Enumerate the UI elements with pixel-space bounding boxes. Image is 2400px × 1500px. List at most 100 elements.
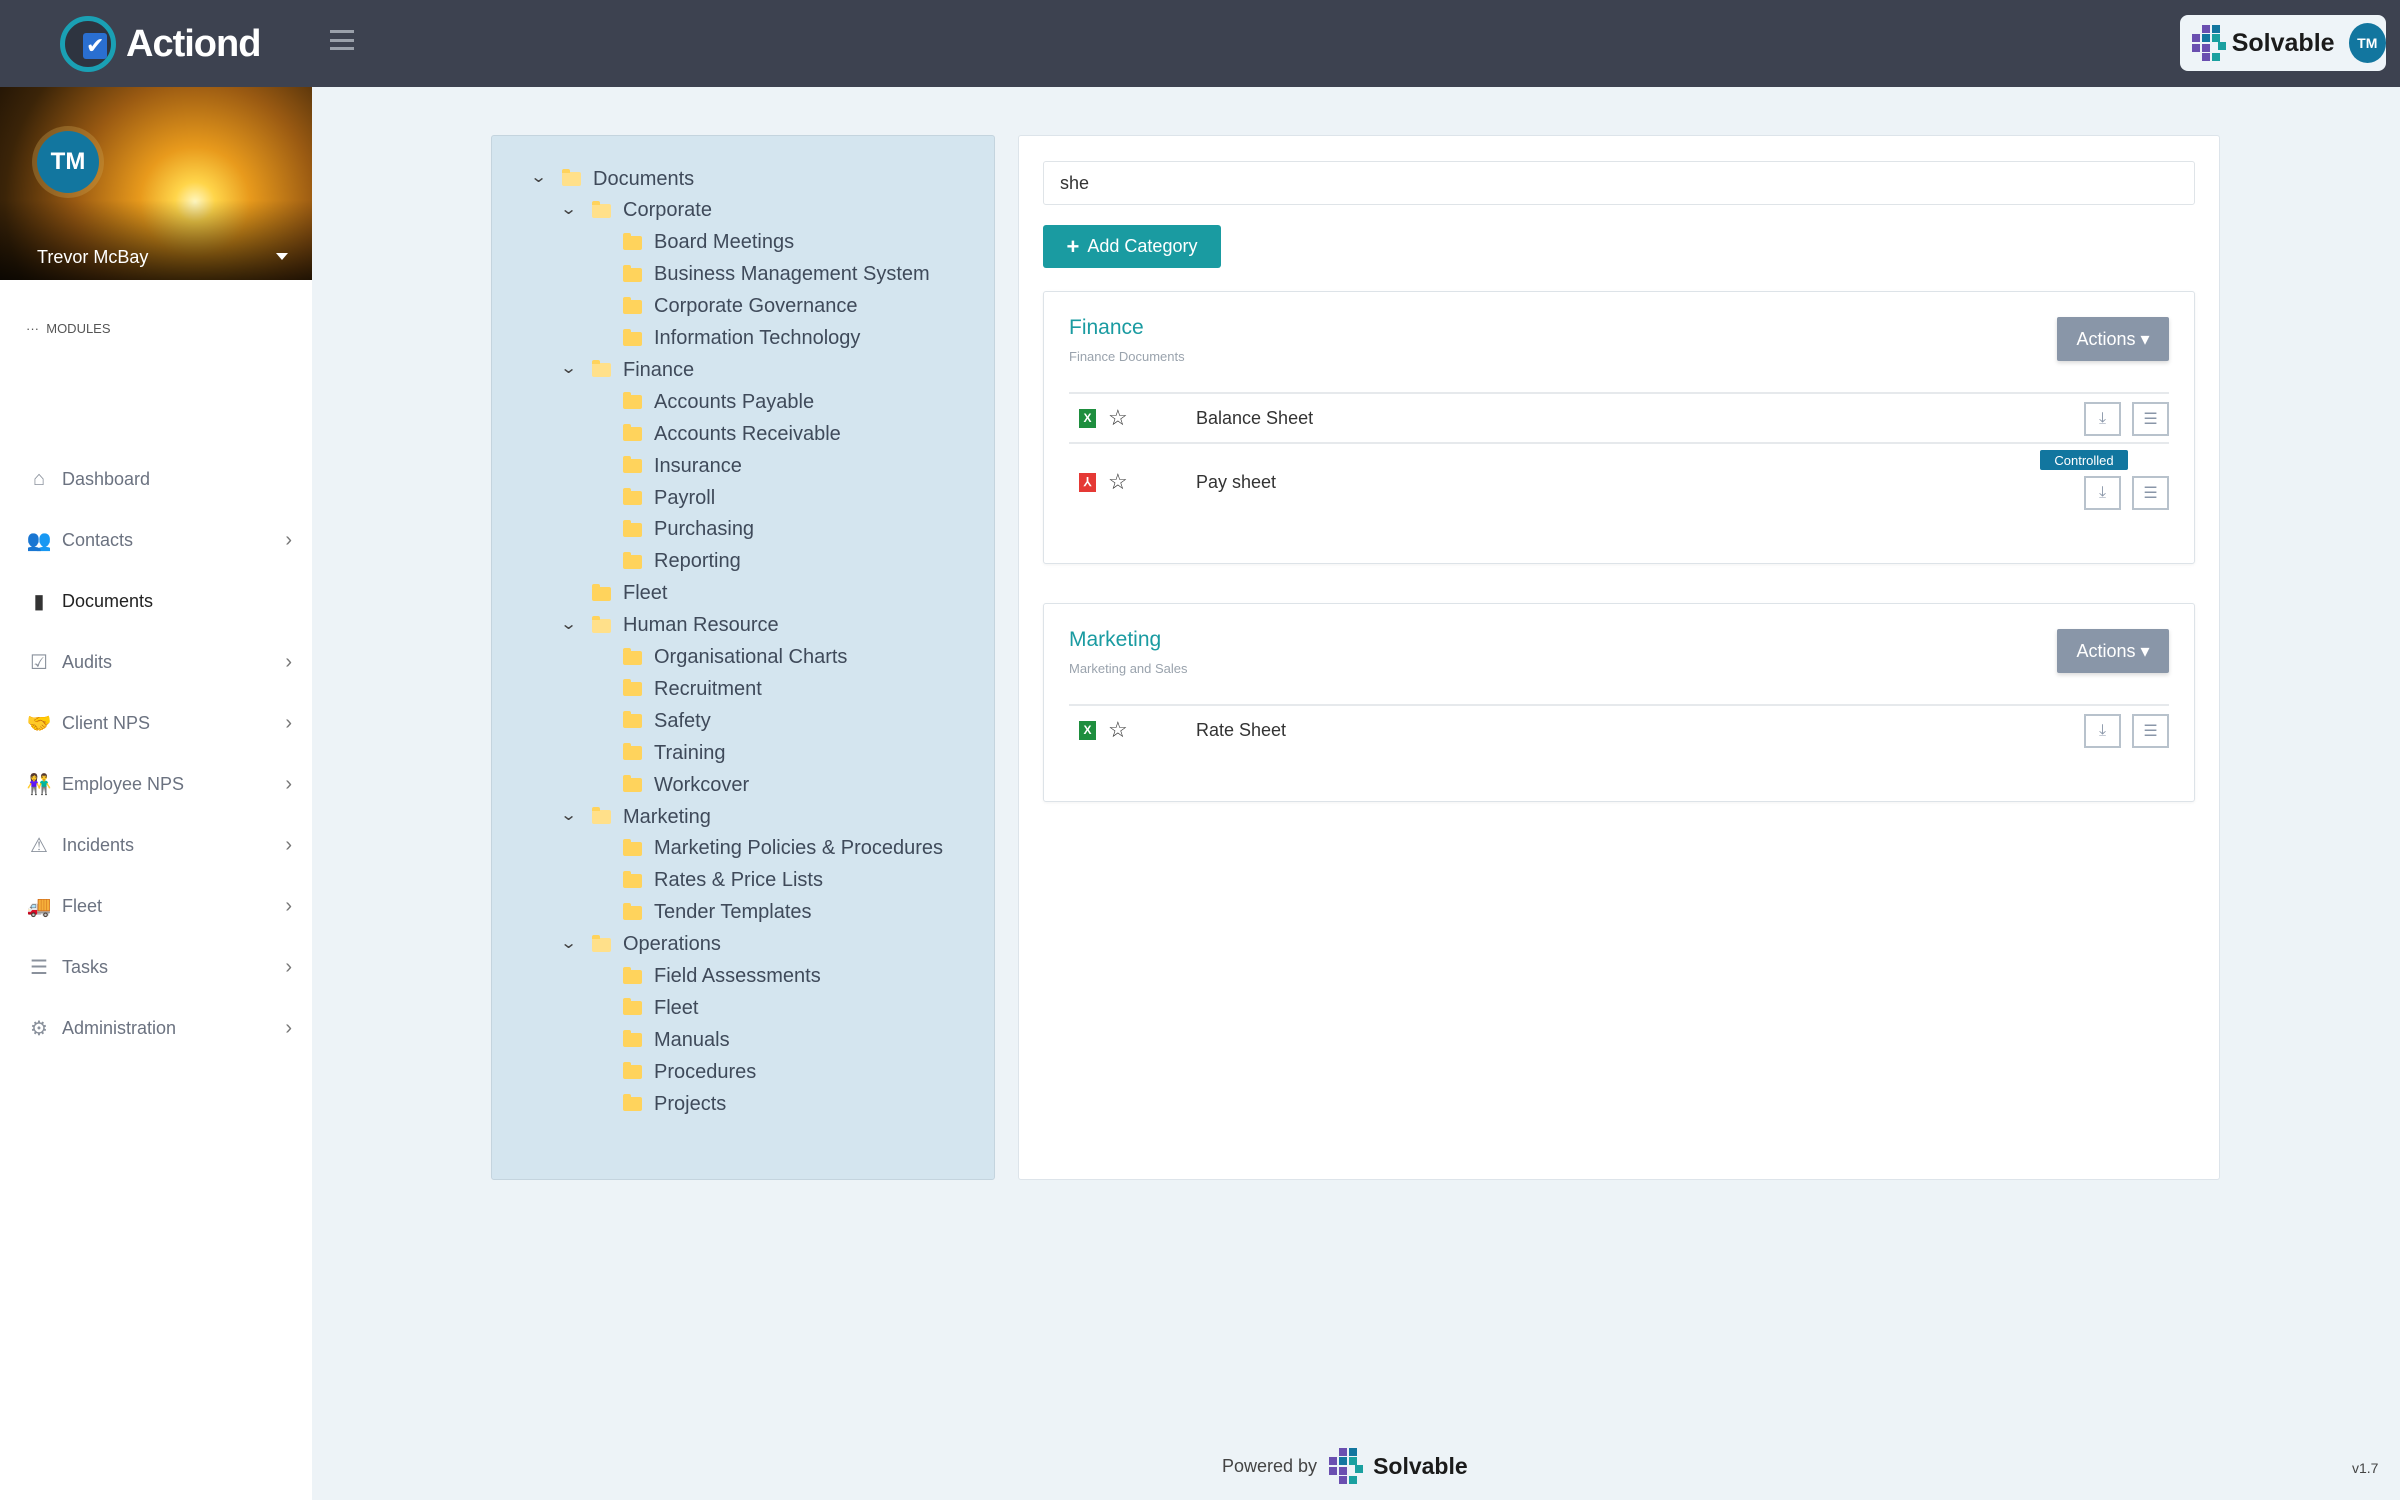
download-icon: ⤓ bbox=[2098, 722, 2107, 739]
document-name[interactable]: Balance Sheet bbox=[1196, 408, 1313, 429]
chevron-down-icon[interactable]: ⌄ bbox=[560, 358, 578, 377]
folder-icon bbox=[623, 328, 642, 346]
app-logo[interactable]: Actiond bbox=[60, 16, 261, 72]
sidebar-item-contacts[interactable]: 👥 Contacts › bbox=[24, 520, 300, 560]
tree-node[interactable]: ⌄ Corporate bbox=[560, 196, 712, 226]
document-name[interactable]: Pay sheet bbox=[1196, 472, 1276, 493]
folder-icon bbox=[623, 392, 642, 410]
actions-dropdown-button[interactable]: Actions ▾ bbox=[2057, 317, 2169, 361]
sidebar-item-label: Fleet bbox=[62, 895, 103, 916]
sidebar-item-client-nps[interactable]: 🤝 Client NPS › bbox=[24, 703, 300, 743]
folder-icon bbox=[623, 296, 642, 314]
tree-node[interactable]: Board Meetings bbox=[623, 228, 794, 258]
tree-node-label: Insurance bbox=[654, 454, 742, 477]
sidebar-item-tasks[interactable]: ☰ Tasks › bbox=[24, 947, 300, 987]
caret-down-icon[interactable] bbox=[276, 253, 288, 260]
tree-node[interactable]: Purchasing bbox=[623, 515, 754, 545]
tree-node[interactable]: ⌄ Human Resource bbox=[560, 611, 779, 641]
category-title[interactable]: Finance bbox=[1069, 316, 1144, 340]
folder-icon bbox=[623, 870, 642, 888]
add-category-button[interactable]: + Add Category bbox=[1043, 225, 1221, 268]
sidebar-item-label: Incidents bbox=[62, 834, 135, 855]
tree-node[interactable]: Marketing Policies & Procedures bbox=[623, 834, 943, 864]
tree-node[interactable]: Business Management System bbox=[623, 260, 930, 290]
solvable-logo-icon bbox=[1327, 1448, 1364, 1484]
tree-node[interactable]: Field Assessments bbox=[623, 962, 821, 992]
chevron-right-icon: › bbox=[285, 528, 292, 551]
tree-node[interactable]: Training bbox=[623, 738, 726, 768]
chevron-down-icon[interactable]: ⌄ bbox=[560, 805, 578, 824]
chevron-right-icon: › bbox=[285, 650, 292, 673]
download-button[interactable]: ⤓ bbox=[2084, 402, 2121, 436]
tree-node[interactable]: Payroll bbox=[623, 483, 715, 513]
sidebar-item-fleet[interactable]: 🚚 Fleet › bbox=[24, 886, 300, 926]
tree-node[interactable]: Fleet bbox=[623, 993, 698, 1023]
brand-name: Solvable bbox=[2231, 28, 2335, 57]
sidebar-item-incidents[interactable]: ⚠ Incidents › bbox=[24, 825, 300, 865]
star-icon[interactable]: ☆ bbox=[1108, 717, 1128, 743]
actions-dropdown-button[interactable]: Actions ▾ bbox=[2057, 629, 2169, 673]
tree-node[interactable]: ⌄ Operations bbox=[560, 930, 721, 960]
download-button[interactable]: ⤓ bbox=[2084, 714, 2121, 748]
sidebar-item-employee-nps[interactable]: 👫 Employee NPS › bbox=[24, 764, 300, 804]
profile-banner: TM Trevor McBay bbox=[0, 87, 312, 280]
tree-node[interactable]: Workcover bbox=[623, 770, 749, 800]
chevron-down-icon[interactable]: ⌄ bbox=[560, 614, 578, 633]
details-list-button[interactable]: ☰ bbox=[2132, 402, 2169, 436]
star-icon[interactable]: ☆ bbox=[1108, 405, 1128, 431]
sidebar-item-dashboard[interactable]: ⌂ Dashboard bbox=[24, 459, 300, 499]
tree-node[interactable]: Organisational Charts bbox=[623, 643, 847, 673]
tree-node[interactable]: Manuals bbox=[623, 1025, 730, 1055]
sidebar-item-label: Tasks bbox=[62, 956, 109, 977]
footer-brand: Solvable bbox=[1373, 1452, 1468, 1479]
tree-node[interactable]: ⌄ Marketing bbox=[560, 802, 711, 832]
tree-node-label: Documents bbox=[593, 167, 695, 190]
chevron-down-icon[interactable]: ⌄ bbox=[560, 199, 578, 218]
tree-node-label: Reporting bbox=[654, 550, 741, 573]
folder-icon bbox=[623, 264, 642, 282]
tree-node[interactable]: ⌄ Documents bbox=[530, 164, 695, 194]
tree-node[interactable]: Fleet bbox=[592, 579, 667, 609]
tree-node[interactable]: Insurance bbox=[623, 451, 742, 481]
tree-node[interactable]: Information Technology bbox=[623, 324, 860, 354]
tree-node[interactable]: Tender Templates bbox=[623, 898, 812, 928]
menu-toggle-icon[interactable] bbox=[330, 30, 354, 50]
tree-node[interactable]: Recruitment bbox=[623, 674, 762, 704]
tree-node[interactable]: Rates & Price Lists bbox=[623, 866, 823, 896]
tree-node-label: Tender Templates bbox=[654, 901, 812, 924]
folder-icon bbox=[623, 1094, 642, 1112]
user-avatar-button[interactable]: TM bbox=[2348, 23, 2386, 63]
chevron-right-icon: › bbox=[285, 772, 292, 795]
tree-node[interactable]: Reporting bbox=[623, 547, 741, 577]
tree-node[interactable]: Accounts Payable bbox=[623, 387, 814, 417]
handshake-icon: 🤝 bbox=[26, 712, 52, 735]
category-title[interactable]: Marketing bbox=[1069, 628, 1161, 652]
folder-icon bbox=[623, 232, 642, 250]
star-icon[interactable]: ☆ bbox=[1108, 469, 1128, 495]
folder-open-icon bbox=[592, 615, 611, 633]
document-name[interactable]: Rate Sheet bbox=[1196, 720, 1286, 741]
sidebar-item-label: Dashboard bbox=[62, 468, 151, 489]
user-name[interactable]: Trevor McBay bbox=[37, 247, 148, 268]
tree-node[interactable]: Corporate Governance bbox=[623, 292, 857, 322]
tree-node[interactable]: ⌄ Finance bbox=[560, 355, 694, 385]
sidebar-item-documents[interactable]: ▮ Documents bbox=[24, 581, 300, 621]
top-header: Actiond Solvable TM bbox=[0, 0, 2400, 87]
tree-node[interactable]: Projects bbox=[623, 1089, 726, 1119]
tree-node[interactable]: Accounts Receivable bbox=[623, 419, 841, 449]
chevron-down-icon[interactable]: ⌄ bbox=[530, 167, 548, 186]
download-button[interactable]: ⤓ bbox=[2084, 476, 2121, 510]
tree-node[interactable]: Safety bbox=[623, 706, 711, 736]
details-list-button[interactable]: ☰ bbox=[2132, 476, 2169, 510]
chevron-down-icon[interactable]: ⌄ bbox=[560, 933, 578, 952]
document-row: ⅄ ☆ Pay sheet Controlled ⤓ ☰ bbox=[1069, 442, 2169, 520]
search-input[interactable] bbox=[1043, 161, 2195, 205]
sidebar-item-administration[interactable]: ⚙ Administration › bbox=[24, 1008, 300, 1048]
tree-node-label: Board Meetings bbox=[654, 231, 795, 254]
folder-tree: ⌄ Documents ⌄ Corporate Board Meetings Busine… bbox=[491, 135, 995, 1180]
details-list-button[interactable]: ☰ bbox=[2132, 714, 2169, 748]
download-icon: ⤓ bbox=[2098, 484, 2107, 501]
tree-node[interactable]: Procedures bbox=[623, 1057, 756, 1087]
sidebar-item-audits[interactable]: ☑ Audits › bbox=[24, 642, 300, 682]
tree-node-label: Corporate bbox=[623, 199, 712, 222]
